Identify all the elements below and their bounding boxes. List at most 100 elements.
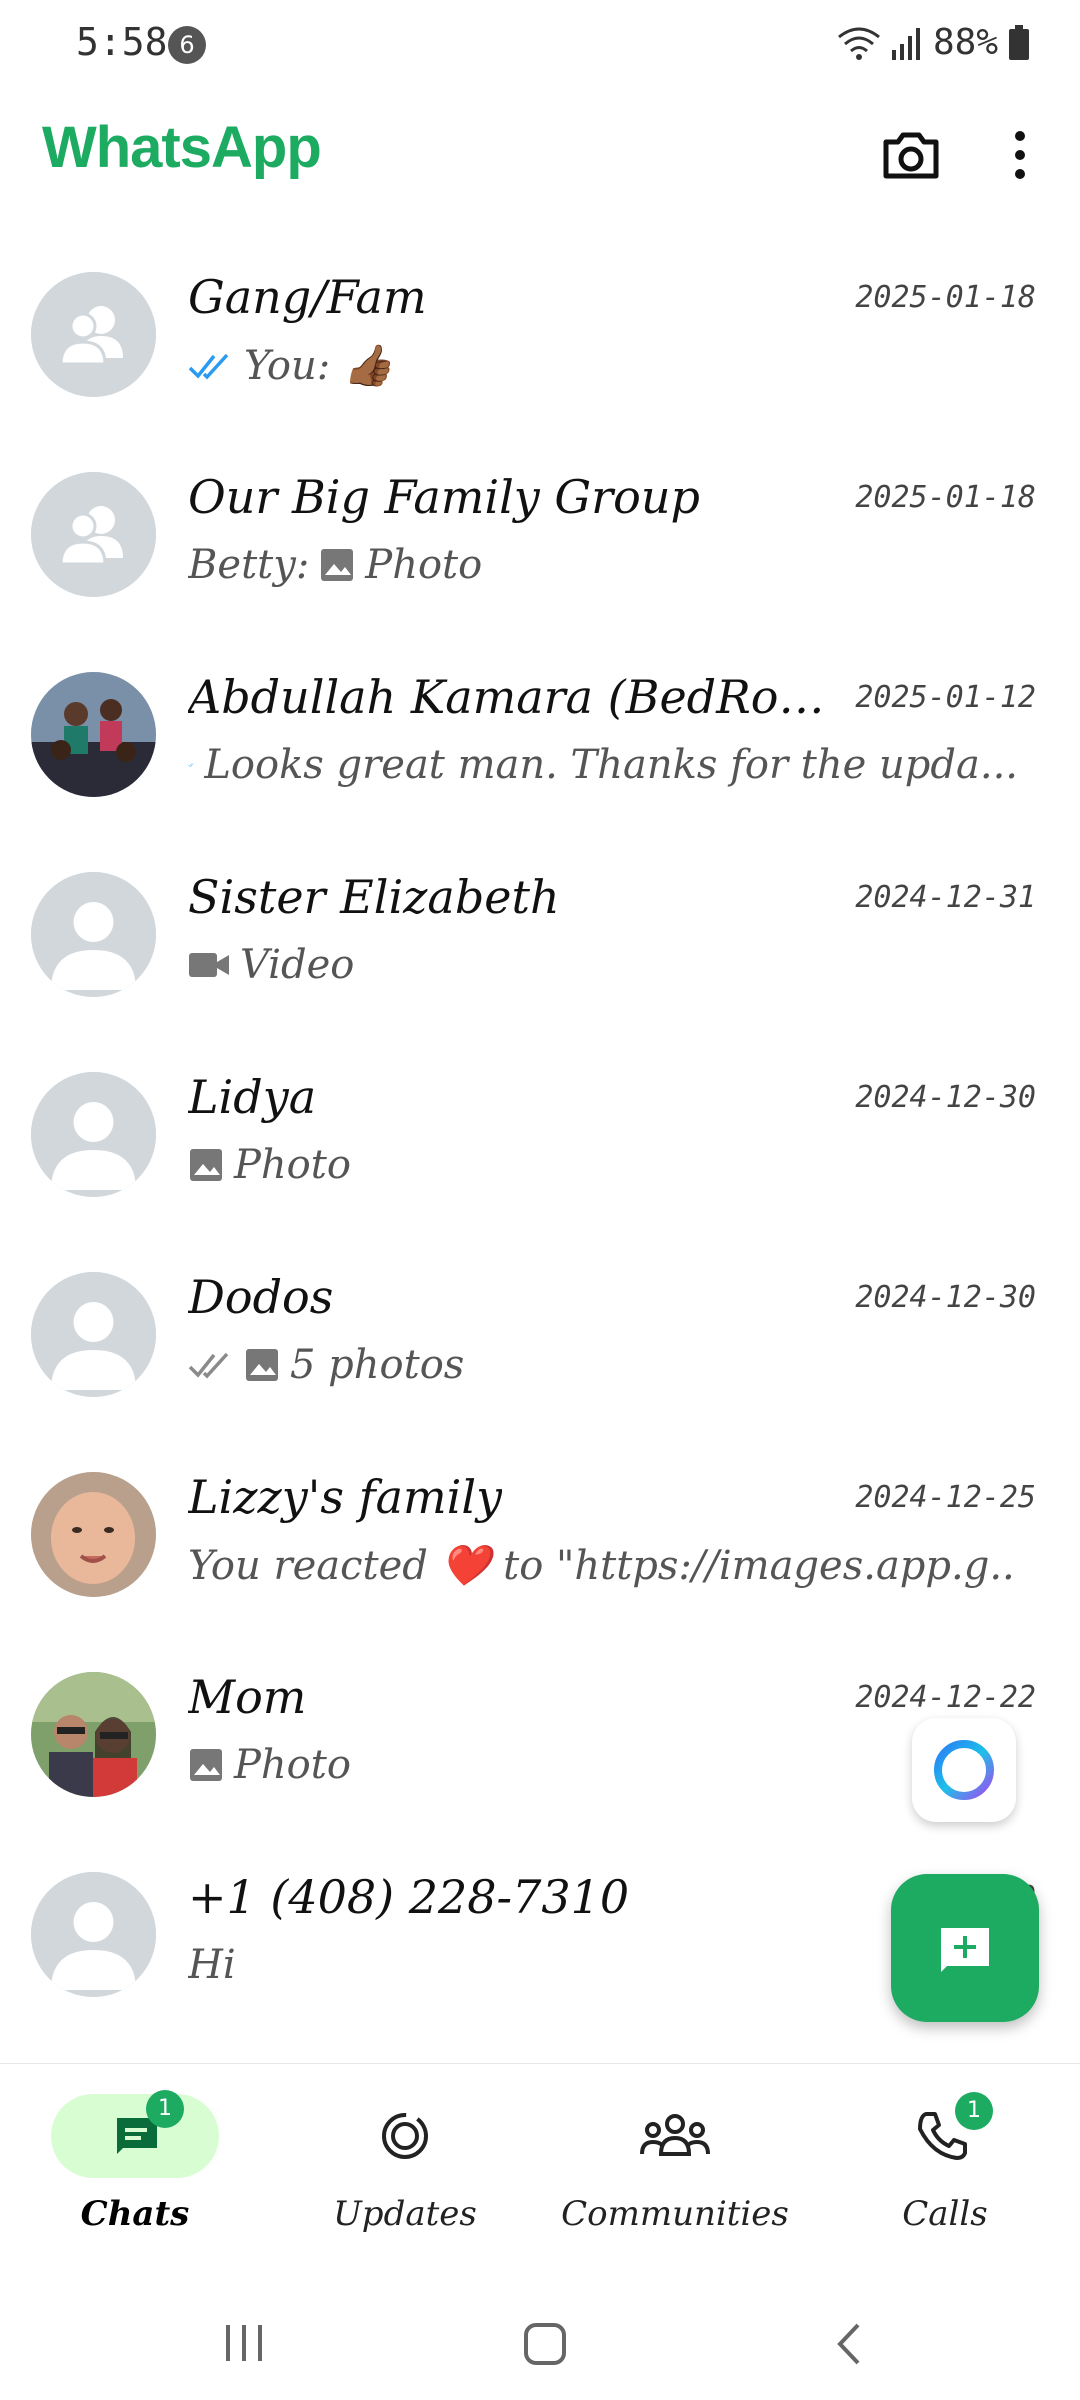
nav-badge: 1 bbox=[955, 2092, 993, 2130]
battery-icon bbox=[1009, 24, 1029, 60]
recent-apps-icon[interactable] bbox=[222, 2321, 266, 2365]
chat-row[interactable]: Lizzy's family 2024-12-25 You reacted ❤️… bbox=[0, 1462, 1080, 1662]
nav-badge: 1 bbox=[146, 2090, 184, 2128]
chat-row[interactable]: Our Big Family Group 2025-01-18 Betty: P… bbox=[0, 462, 1080, 662]
chat-row[interactable]: Abdullah Kamara (BedRock... 2025-01-12 L… bbox=[0, 662, 1080, 862]
chat-date: 2025-01-12 bbox=[855, 680, 1036, 715]
group-avatar-icon bbox=[31, 472, 156, 597]
nav-label: Communities bbox=[561, 2194, 789, 2234]
battery-percent: 88% bbox=[932, 22, 998, 63]
chat-name: Gang/Fam bbox=[188, 270, 427, 324]
chat-preview-text: Video bbox=[240, 942, 355, 988]
chat-preview: You reacted ❤️ to "https://images.app.g.… bbox=[188, 1542, 1018, 1589]
chat-preview: Photo bbox=[188, 1742, 351, 1788]
chat-date: 2024-12-30 bbox=[855, 1080, 1036, 1115]
app-title: WhatsApp bbox=[42, 115, 322, 180]
meta-ai-button[interactable] bbox=[912, 1718, 1016, 1822]
chat-preview-text: Hi bbox=[188, 1942, 236, 1988]
chat-date: 2024-12-22 bbox=[855, 1680, 1036, 1715]
contact-photo bbox=[31, 672, 156, 797]
contact-photo bbox=[31, 1672, 156, 1797]
chat-date: 2025-01-18 bbox=[855, 480, 1036, 515]
avatar bbox=[31, 1672, 156, 1797]
chat-name: Mom bbox=[188, 1670, 307, 1724]
photo-icon bbox=[190, 1149, 222, 1181]
chat-name: Our Big Family Group bbox=[188, 470, 700, 524]
chat-preview: You: 👍🏾 bbox=[188, 342, 393, 389]
nav-label: Updates bbox=[333, 2194, 477, 2234]
group-avatar-icon bbox=[31, 272, 156, 397]
avatar bbox=[31, 272, 156, 397]
chat-name: +1 (408) 228-7310 bbox=[188, 1870, 630, 1924]
back-icon[interactable] bbox=[830, 2321, 870, 2367]
avatar bbox=[31, 1272, 156, 1397]
video-icon bbox=[189, 953, 229, 977]
nav-calls[interactable]: 1 Calls bbox=[810, 2092, 1080, 2244]
chat-preview-text: Looks great man. Thanks for the upda... bbox=[204, 742, 1018, 788]
chat-row[interactable]: Sister Elizabeth 2024-12-31 Video bbox=[0, 862, 1080, 1062]
communities-icon bbox=[640, 2114, 710, 2156]
system-navigation bbox=[0, 2283, 1080, 2400]
camera-button[interactable] bbox=[876, 120, 946, 190]
chat-row[interactable]: Gang/Fam 2025-01-18 You: 👍🏾 bbox=[0, 262, 1080, 462]
chat-date: 2025-01-18 bbox=[855, 280, 1036, 315]
meta-ai-icon bbox=[934, 1740, 994, 1800]
read-ticks-icon bbox=[188, 763, 194, 767]
new-chat-button[interactable] bbox=[891, 1874, 1039, 2022]
camera-icon bbox=[883, 132, 939, 179]
chat-date: 2024-12-25 bbox=[855, 1480, 1036, 1515]
chat-preview: Hi bbox=[188, 1942, 236, 1988]
more-options-button[interactable] bbox=[995, 120, 1045, 190]
chat-row[interactable]: Lidya 2024-12-30 Photo bbox=[0, 1062, 1080, 1262]
status-bar: 5:58 6 88% bbox=[0, 0, 1080, 90]
avatar bbox=[31, 1872, 156, 1997]
person-avatar-icon bbox=[31, 872, 156, 997]
chat-date: 2024-12-30 bbox=[855, 1280, 1036, 1315]
chat-preview: Betty: Photo bbox=[188, 542, 482, 588]
chat-row[interactable]: Dodos 2024-12-30 5 photos bbox=[0, 1262, 1080, 1462]
status-icons: 88% bbox=[837, 22, 1030, 63]
nav-label: Chats bbox=[80, 2194, 190, 2234]
notification-count-badge: 6 bbox=[168, 26, 206, 64]
chat-preview-text: Photo bbox=[234, 1142, 351, 1188]
person-avatar-icon bbox=[31, 1872, 156, 1997]
chat-preview-text: Photo bbox=[365, 542, 483, 588]
nav-label: Calls bbox=[902, 2194, 988, 2234]
home-icon[interactable] bbox=[522, 2321, 568, 2367]
bottom-navigation: 1 Chats Updates Communities 1 Calls bbox=[0, 2063, 1080, 2284]
person-avatar-icon bbox=[31, 1272, 156, 1397]
chat-name: Abdullah Kamara (BedRock... bbox=[188, 670, 828, 724]
updates-icon bbox=[382, 2113, 428, 2159]
chat-name: Lidya bbox=[188, 1070, 317, 1124]
chat-name: Lizzy's family bbox=[188, 1470, 503, 1524]
chat-name: Dodos bbox=[188, 1270, 334, 1324]
chat-preview: Photo bbox=[188, 1142, 351, 1188]
chat-preview: 5 photos bbox=[188, 1342, 464, 1388]
photo-icon bbox=[190, 1749, 222, 1781]
contact-photo bbox=[31, 1472, 156, 1597]
chat-preview-text: You: 👍🏾 bbox=[244, 343, 393, 389]
chat-date: 2024-12-31 bbox=[855, 880, 1036, 915]
nav-communities[interactable]: Communities bbox=[540, 2094, 810, 2244]
status-time: 5:58 bbox=[76, 20, 168, 64]
app-header: WhatsApp bbox=[0, 100, 1080, 210]
avatar bbox=[31, 1072, 156, 1197]
nav-updates[interactable]: Updates bbox=[270, 2094, 540, 2244]
chat-preview: Video bbox=[188, 942, 354, 988]
avatar bbox=[31, 872, 156, 997]
signal-icon bbox=[891, 27, 920, 60]
avatar bbox=[31, 1472, 156, 1597]
person-avatar-icon bbox=[31, 1072, 156, 1197]
delivered-ticks-icon bbox=[188, 1352, 229, 1379]
avatar bbox=[31, 672, 156, 797]
nav-chats[interactable]: 1 Chats bbox=[0, 2090, 270, 2244]
read-ticks-icon bbox=[188, 353, 229, 380]
avatar bbox=[31, 472, 156, 597]
new-chat-icon bbox=[941, 1928, 989, 1972]
chat-preview-text: You reacted ❤️ to "https://images.app.g.… bbox=[188, 1543, 1018, 1589]
photo-icon bbox=[246, 1349, 278, 1381]
more-vertical-icon bbox=[1015, 131, 1025, 179]
chat-preview-text: Photo bbox=[234, 1742, 351, 1788]
wifi-icon bbox=[838, 27, 880, 60]
chat-preview-text: 5 photos bbox=[290, 1342, 465, 1388]
